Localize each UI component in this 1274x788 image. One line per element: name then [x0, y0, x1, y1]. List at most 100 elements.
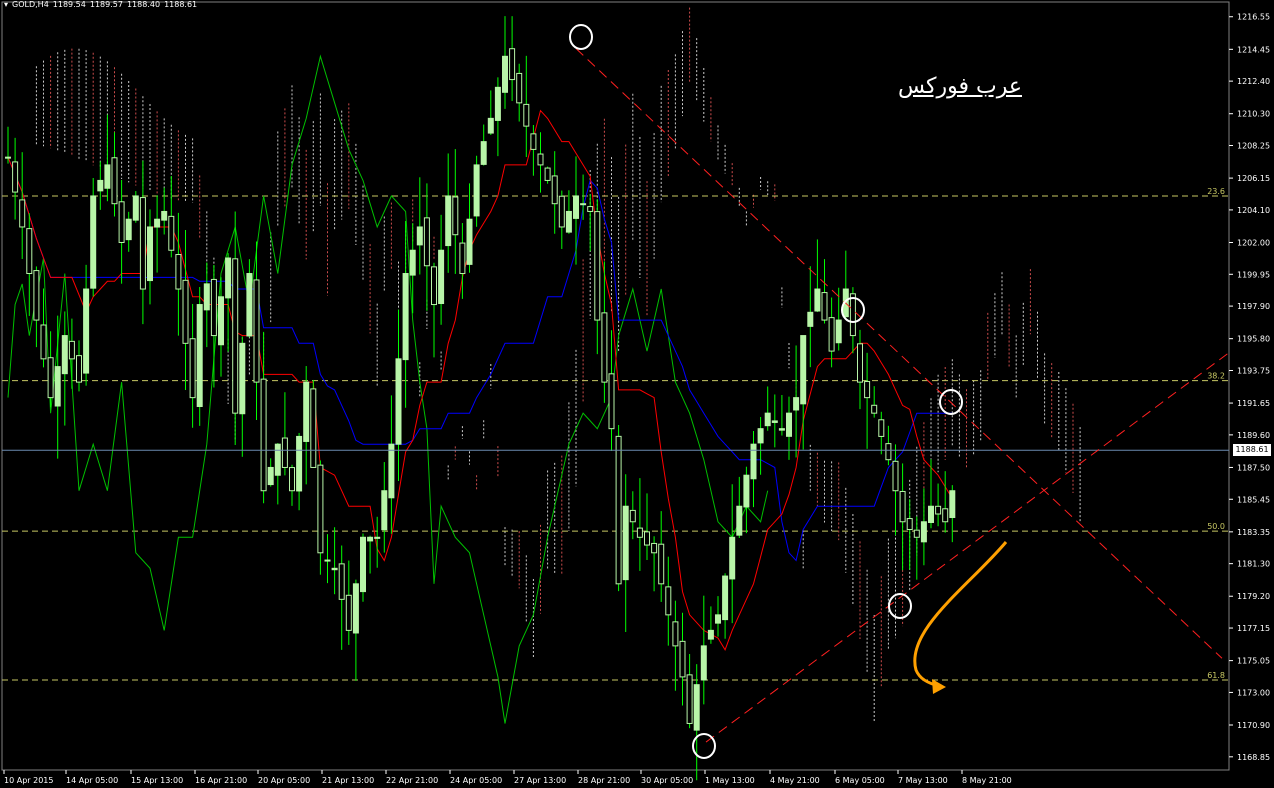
y-tick-label: 1214.45: [1237, 45, 1270, 54]
descending-trendline: [575, 48, 1223, 659]
candle-body: [899, 490, 906, 523]
candle-body: [523, 103, 530, 127]
price-chart[interactable]: 23.6 38.2 50.0 61.8 1216.55 1214.45 1212.40 121…: [0, 0, 1274, 788]
candle-body: [118, 201, 125, 243]
candle-body: [345, 594, 352, 631]
candle-body: [665, 586, 672, 616]
y-tick-label: 1185.45: [1237, 495, 1270, 504]
open-value: 1189.54: [52, 0, 86, 9]
x-tick-label: 4 May 21:00: [770, 776, 820, 785]
candle-body: [771, 420, 778, 423]
candle-body: [828, 317, 835, 352]
high-value: 1189.57: [89, 0, 123, 9]
x-tick-label: 6 May 05:00: [835, 776, 885, 785]
candle-body: [636, 527, 643, 538]
candle-body: [189, 338, 196, 399]
x-tick-label: 27 Apr 13:00: [514, 776, 566, 785]
candle-body: [679, 640, 686, 678]
x-tick-label: 21 Apr 13:00: [322, 776, 374, 785]
candle-body: [906, 518, 913, 531]
candle-body: [658, 543, 665, 585]
candle-body: [139, 197, 146, 290]
candle-body: [97, 179, 104, 192]
current-price-label: 1188.61: [1233, 444, 1271, 457]
y-tick-label: 1193.75: [1237, 366, 1270, 375]
candle-body: [466, 218, 473, 265]
dropdown-triangle-icon[interactable]: ▾: [4, 0, 8, 9]
candle-body: [807, 311, 814, 327]
candle-body: [76, 355, 82, 383]
candle-body: [33, 270, 40, 321]
y-tick-label: 1179.20: [1237, 592, 1270, 601]
y-tick-label: 1187.50: [1237, 463, 1270, 472]
candle-body: [68, 340, 75, 360]
ascending-trendline: [705, 352, 1230, 743]
candle-body: [920, 521, 927, 543]
y-tick-label: 1195.80: [1237, 335, 1270, 344]
candle-body: [878, 419, 885, 437]
y-tick-label: 1177.15: [1237, 624, 1270, 633]
candle-body: [19, 199, 26, 228]
low-value: 1188.40: [126, 0, 161, 9]
candle-body: [757, 428, 764, 444]
candle-body: [459, 242, 466, 275]
candle-body: [750, 443, 757, 480]
candle-body: [381, 490, 388, 531]
y-tick-label: 1210.30: [1237, 110, 1270, 119]
candle-body: [161, 210, 168, 221]
candle-body: [423, 217, 430, 267]
candle-body: [793, 397, 800, 411]
x-tick-label: 1 May 13:00: [705, 776, 755, 785]
candle-body: [409, 249, 416, 276]
candle-body: [61, 335, 68, 375]
chikou-span-line: [7, 54, 769, 724]
candle-body: [438, 249, 445, 305]
candle-body: [175, 254, 182, 290]
candle-body: [601, 312, 608, 383]
candle-body: [352, 583, 359, 634]
candle-body: [239, 342, 246, 415]
fibo-label-61.8: 61.8: [1207, 671, 1225, 680]
candle-body: [729, 536, 736, 580]
candle-body: [644, 531, 650, 546]
candle-body: [267, 466, 274, 486]
x-tick-label: 14 Apr 05:00: [66, 776, 118, 785]
chart-area[interactable]: 23.6 38.2 50.0 61.8 1216.55 1214.45 1212.40 121…: [0, 0, 1274, 788]
candle-body: [303, 381, 310, 442]
candle-body: [168, 215, 175, 251]
candle-body: [608, 373, 615, 430]
candle-body: [5, 156, 11, 159]
y-tick-label: 1204.10: [1237, 206, 1270, 215]
candle-body: [54, 366, 61, 407]
candle-body: [289, 467, 295, 492]
candle-body: [12, 161, 19, 193]
x-tick-label: 24 Apr 05:00: [450, 776, 502, 785]
candle-body: [672, 621, 679, 647]
candle-body: [452, 196, 459, 236]
candle-body: [132, 195, 139, 221]
candle-body: [431, 266, 437, 306]
candle-body: [218, 296, 224, 346]
candle-body: [395, 358, 402, 445]
x-tick-label: 28 Apr 21:00: [578, 776, 630, 785]
y-tick-label: 1206.15: [1237, 174, 1270, 183]
candle-body: [928, 505, 934, 523]
y-tick-label: 1202.00: [1237, 238, 1270, 247]
y-tick-label: 1189.60: [1237, 431, 1270, 440]
candle-body: [857, 343, 863, 383]
y-tick-label: 1208.25: [1237, 142, 1270, 151]
candle-body: [743, 474, 750, 508]
x-tick-label: 7 May 13:00: [898, 776, 948, 785]
candle-body: [814, 288, 821, 312]
candle-body: [693, 684, 700, 731]
x-tick-label: 10 Apr 2015: [4, 776, 53, 785]
candle-body: [40, 324, 47, 360]
candle-body: [935, 505, 942, 515]
candle-body: [402, 273, 409, 361]
candle-body: [26, 228, 33, 275]
candle-body: [800, 335, 807, 405]
x-tick-label: 22 Apr 21:00: [386, 776, 438, 785]
candle-body: [778, 428, 785, 431]
candle-body: [622, 505, 629, 581]
candle-body: [594, 211, 601, 321]
